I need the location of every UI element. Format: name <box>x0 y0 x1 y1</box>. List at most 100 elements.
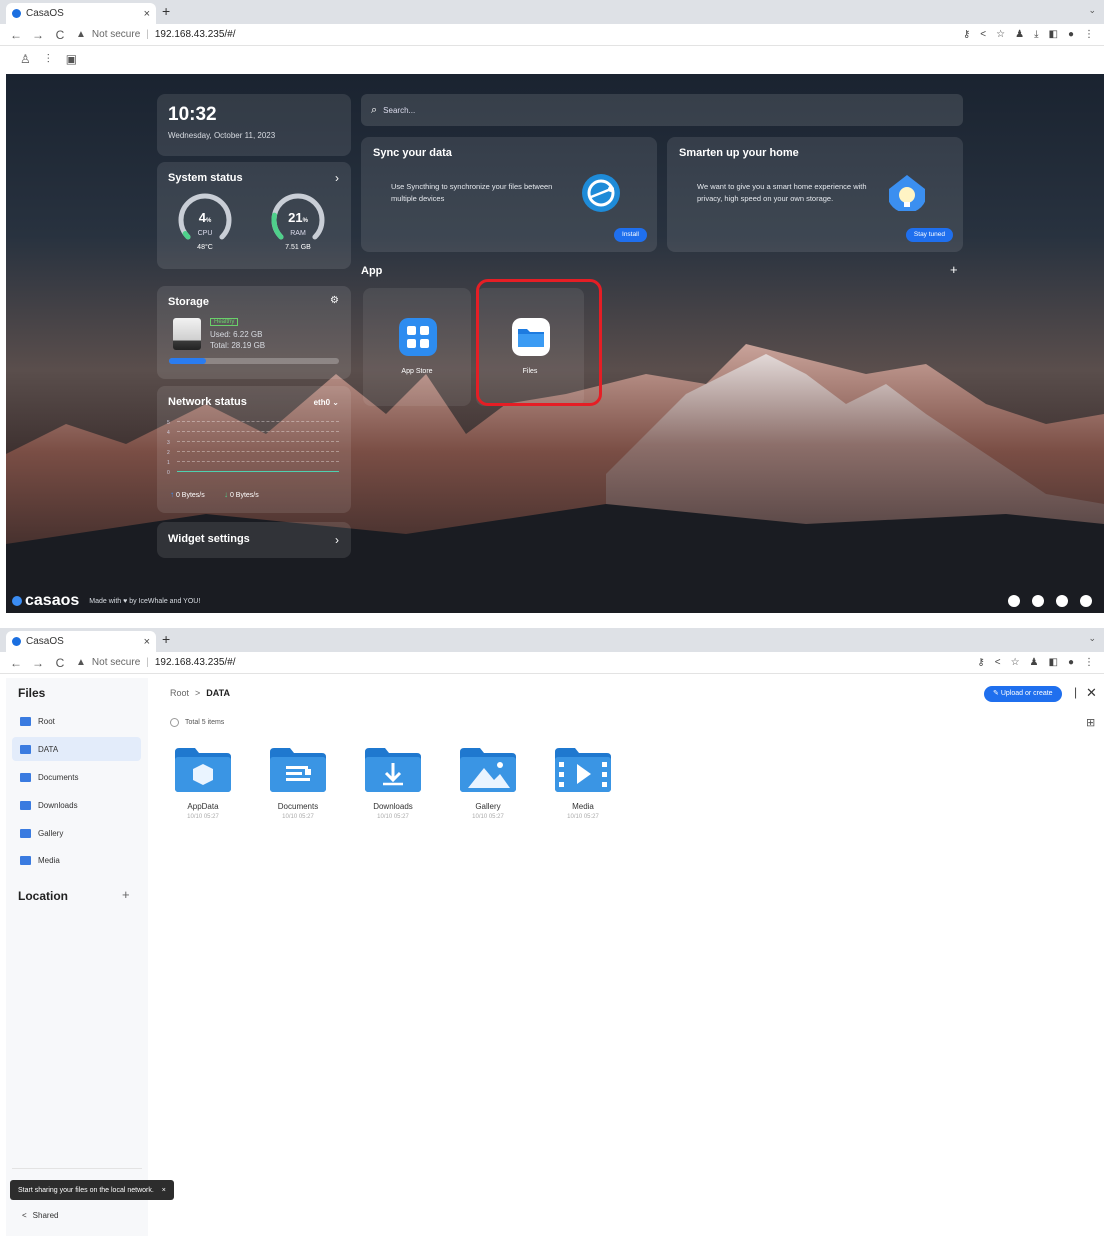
new-tab-button[interactable]: + <box>162 3 170 19</box>
app-store-tile[interactable]: App Store <box>363 288 471 406</box>
sidepanel-icon[interactable]: ◧ <box>1049 29 1058 40</box>
network-y-tick: 0 <box>167 470 170 476</box>
shared-item[interactable]: < Shared <box>22 1211 58 1220</box>
folder-media[interactable]: Media 10/10 05:27 <box>548 748 618 838</box>
sidebar-item-downloads[interactable]: Downloads <box>12 793 141 817</box>
browser-actions: ⚷ < ☆ ♟ ⤓ ◧ ● ⋮ <box>963 29 1094 40</box>
star-icon[interactable]: ☆ <box>1011 657 1020 668</box>
share-icon[interactable]: < <box>995 657 1001 668</box>
close-icon[interactable]: × <box>162 1187 166 1194</box>
social-links <box>1008 595 1092 607</box>
discord-icon[interactable] <box>1032 595 1044 607</box>
widget-settings-button[interactable]: Widget settings › <box>157 522 351 558</box>
files-sidebar: Files Root DATA Documents Downloads Gall… <box>6 678 148 1236</box>
ram-number: 21 <box>288 210 303 225</box>
folder-name: Documents <box>277 802 319 811</box>
upload-or-create-button[interactable]: ✎ Upload or create <box>984 686 1062 702</box>
menu-icon[interactable]: ⋮ <box>1084 657 1094 668</box>
home-folder-icon <box>20 716 31 726</box>
key-icon[interactable]: ⚷ <box>977 657 984 668</box>
browser-tab[interactable]: CasaOS × <box>6 631 156 652</box>
address-bar-row: ← → C ▲ Not secure | 192.168.43.235/#/ ⚷… <box>0 652 1104 674</box>
tab-close-icon[interactable]: × <box>144 8 150 20</box>
folder-downloads[interactable]: Downloads 10/10 05:27 <box>358 748 428 838</box>
search-placeholder: Search... <box>383 105 416 115</box>
ram-label: RAM <box>290 230 306 237</box>
sidepanel-icon[interactable]: ◧ <box>1049 657 1058 668</box>
share-icon[interactable]: < <box>980 29 986 40</box>
add-app-icon[interactable]: + <box>950 262 958 277</box>
document-icon <box>270 748 326 792</box>
breadcrumb-root[interactable]: Root <box>170 688 189 698</box>
reload-icon[interactable]: C <box>54 28 66 42</box>
profile-icon[interactable]: ● <box>1068 657 1074 668</box>
forward-icon[interactable]: → <box>32 656 44 670</box>
network-y-axis: 5 4 3 2 1 0 <box>167 418 170 478</box>
interface-select[interactable]: eth0 ⌄ <box>314 398 339 407</box>
add-location-icon[interactable]: + <box>122 887 130 902</box>
tab-search-icon[interactable]: ⌄ <box>1088 5 1096 16</box>
sidebar-item-root[interactable]: Root <box>12 709 141 733</box>
network-y-tick: 5 <box>167 420 170 426</box>
reload-icon[interactable]: C <box>54 656 66 670</box>
download-icon[interactable]: ⤓ <box>1034 29 1038 40</box>
sidebar-item-gallery[interactable]: Gallery <box>12 821 141 845</box>
ram-value: 21% <box>270 210 326 225</box>
select-all[interactable]: Total 5 items <box>170 718 224 727</box>
files-title: Files <box>18 686 46 700</box>
logo-mark-icon <box>12 596 22 606</box>
stay-tuned-button[interactable]: Stay tuned <box>905 228 953 242</box>
github-icon[interactable] <box>1056 595 1068 607</box>
chevron-right-icon[interactable]: › <box>335 171 339 185</box>
storage-widget[interactable]: Storage ⚙ Healthy Used: 6.22 GB Total: 2… <box>157 286 351 379</box>
cpu-value: 4% <box>177 210 233 225</box>
install-button[interactable]: Install <box>614 228 647 242</box>
new-tab-button[interactable]: + <box>162 631 170 647</box>
address-bar[interactable]: ▲ Not secure | 192.168.43.235/#/ <box>76 657 236 668</box>
casaos-logo: casaos <box>12 592 79 610</box>
sidebar-item-documents[interactable]: Documents <box>12 765 141 789</box>
gear-icon[interactable]: ⚙ <box>330 295 339 306</box>
back-icon[interactable]: ← <box>10 28 22 42</box>
extension-icon[interactable]: ♟ <box>1015 29 1024 40</box>
screen-icon[interactable]: ▣ <box>66 52 77 66</box>
documents-folder-icon <box>20 772 31 782</box>
health-badge: Healthy <box>210 318 239 326</box>
breadcrumb-separator: > <box>195 688 201 698</box>
address-bar[interactable]: ▲ Not secure | 192.168.43.235/#/ <box>76 29 236 40</box>
sidebar-item-media[interactable]: Media <box>12 848 141 872</box>
clock-widget: 10:32 Wednesday, October 11, 2023 <box>157 94 351 156</box>
clock-time: 10:32 <box>168 104 217 125</box>
select-all-radio[interactable] <box>170 718 179 727</box>
feedback-icon[interactable] <box>1080 595 1092 607</box>
sidebar-divider <box>12 1168 142 1169</box>
cpu-label: CPU <box>197 230 213 237</box>
extension-icon[interactable]: ♟ <box>1030 657 1039 668</box>
tab-search-icon[interactable]: ⌄ <box>1088 633 1096 644</box>
sidebar-item-data[interactable]: DATA <box>12 737 141 761</box>
menu-icon[interactable]: ⋮ <box>1084 29 1094 40</box>
storage-title: Storage <box>168 296 209 308</box>
folder-documents[interactable]: Documents 10/10 05:27 <box>263 748 333 838</box>
grid-view-icon[interactable]: ⊞ <box>1086 716 1095 729</box>
browser-tab[interactable]: CasaOS × <box>6 3 156 24</box>
forward-icon[interactable]: → <box>32 28 44 42</box>
ram-percent-sign: % <box>302 218 308 224</box>
person-icon[interactable]: ♙ <box>20 52 31 66</box>
community-icon[interactable] <box>1008 595 1020 607</box>
stats-icon[interactable]: ⫶ <box>47 52 50 67</box>
network-chart <box>177 421 339 481</box>
network-y-tick: 1 <box>167 460 170 466</box>
system-status-widget[interactable]: System status › 4% CPU 48°C 21% RAM 7.51… <box>157 162 351 269</box>
folder-date: 10/10 05:27 <box>472 814 504 820</box>
tab-close-icon[interactable]: × <box>144 636 150 648</box>
profile-icon[interactable]: ● <box>1068 29 1074 40</box>
star-icon[interactable]: ☆ <box>996 29 1005 40</box>
search-bar[interactable]: ⌕ Search... <box>361 94 963 126</box>
key-icon[interactable]: ⚷ <box>963 29 970 40</box>
close-icon[interactable]: ✕ <box>1086 685 1097 701</box>
back-icon[interactable]: ← <box>10 656 22 670</box>
folder-name: AppData <box>187 802 219 811</box>
folder-gallery[interactable]: Gallery 10/10 05:27 <box>453 748 523 838</box>
folder-appdata[interactable]: AppData 10/10 05:27 <box>168 748 238 838</box>
